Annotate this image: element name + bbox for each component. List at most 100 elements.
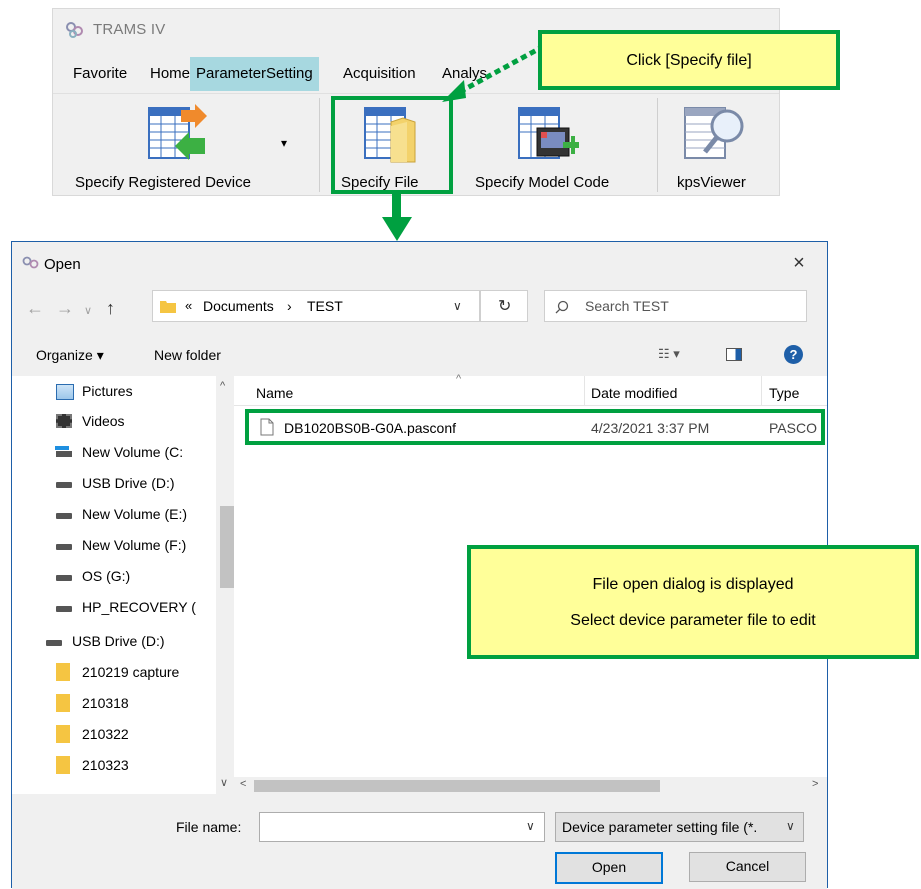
- dialog-footer: File name: ∨ Device parameter setting fi…: [12, 794, 827, 889]
- nav-item[interactable]: 210322: [12, 719, 216, 749]
- nav-item[interactable]: Videos: [12, 406, 216, 436]
- organize-button[interactable]: Organize ▾: [36, 347, 104, 364]
- column-header-row: Name ^ Date modified Type: [234, 373, 827, 406]
- windows-drive-icon: [56, 451, 72, 457]
- nav-item[interactable]: 210318: [12, 688, 216, 718]
- app-logo-icon: [66, 22, 83, 38]
- callout-line-2: Select device parameter file to edit: [570, 612, 816, 629]
- scroll-left-icon[interactable]: <: [240, 778, 246, 790]
- drive-icon: [56, 513, 72, 519]
- back-arrow-icon[interactable]: ←: [26, 298, 44, 319]
- folder-icon: [56, 756, 70, 774]
- recent-chevron-icon[interactable]: ∨: [84, 304, 92, 317]
- nav-item-label: 210219 capture: [82, 664, 180, 680]
- specify-registered-device-button[interactable]: ▾ Specify Registered Device: [59, 94, 311, 194]
- file-type-filter-value: Device parameter setting file (*.: [562, 819, 758, 835]
- nav-item-label: 210318: [82, 695, 129, 711]
- folder-icon: [160, 301, 176, 313]
- up-arrow-icon[interactable]: ↑: [106, 298, 115, 319]
- menu-favorite[interactable]: Favorite: [67, 57, 133, 91]
- file-name-dropdown-icon[interactable]: ∨: [526, 819, 535, 833]
- breadcrumb-test[interactable]: TEST: [307, 298, 343, 314]
- nav-item[interactable]: New Volume (C:: [12, 437, 216, 467]
- nav-item-label: USB Drive (D:): [72, 633, 165, 649]
- breadcrumb-prefix[interactable]: «: [185, 298, 192, 313]
- specify-model-code-label: Specify Model Code: [475, 174, 610, 191]
- ribbon-separator: [657, 98, 658, 192]
- menu-home[interactable]: Home: [144, 57, 196, 91]
- nav-item[interactable]: 210323: [12, 750, 216, 780]
- navigation-list: Pictures Videos New Volume (C: USB Drive (D…: [12, 376, 216, 794]
- address-bar[interactable]: « Documents › TEST ∨: [152, 290, 480, 322]
- nav-item-label: OS (G:): [82, 568, 131, 584]
- nav-item-label: USB Drive (D:): [82, 475, 175, 491]
- navigation-scrollbar[interactable]: ^ ∨: [216, 376, 234, 794]
- click-specify-file-callout: Click [Specify file]: [538, 30, 840, 90]
- refresh-icon: ↻: [498, 298, 512, 315]
- folder-icon: [56, 694, 70, 712]
- dropdown-arrow-icon[interactable]: ▾: [281, 136, 287, 150]
- dialog-toolbar: Organize ▾ New folder ☷ ▾ ?: [12, 338, 827, 374]
- hscrollbar-thumb[interactable]: [254, 780, 660, 792]
- open-button[interactable]: Open: [555, 852, 663, 884]
- nav-item[interactable]: New Volume (E:): [12, 499, 216, 529]
- search-box[interactable]: Search TEST: [544, 290, 807, 322]
- drive-icon: [56, 482, 72, 488]
- nav-item-label: Pictures: [82, 383, 133, 399]
- callout-line-1: File open dialog is displayed: [592, 576, 794, 593]
- help-icon[interactable]: ?: [784, 345, 803, 364]
- file-name-input[interactable]: ∨: [259, 812, 545, 842]
- nav-item-label: New Volume (C:: [82, 444, 184, 460]
- breadcrumb-documents[interactable]: Documents: [203, 298, 274, 314]
- nav-item-label: New Volume (F:): [82, 537, 187, 553]
- scroll-up-icon[interactable]: ^: [220, 380, 225, 392]
- dialog-title: Open: [44, 256, 81, 273]
- app-title: TRAMS IV: [93, 21, 166, 38]
- horizontal-scrollbar[interactable]: < >: [234, 777, 827, 794]
- column-type[interactable]: Type: [769, 385, 799, 401]
- specify-file-highlight: [331, 96, 453, 194]
- scrollbar-thumb[interactable]: [220, 506, 234, 588]
- address-dropdown-icon[interactable]: ∨: [453, 299, 462, 313]
- nav-item-label: 210323: [82, 757, 129, 773]
- nav-item[interactable]: USB Drive (D:): [12, 468, 216, 498]
- folder-icon: [56, 725, 70, 743]
- breadcrumb-separator: ›: [287, 298, 292, 314]
- forward-arrow-icon[interactable]: →: [56, 298, 74, 319]
- nav-item[interactable]: Pictures: [12, 376, 216, 406]
- view-options-icon[interactable]: ☷ ▾: [658, 346, 680, 362]
- menu-parameter-setting[interactable]: ParameterSetting: [190, 57, 319, 91]
- nav-item[interactable]: New Volume (F:): [12, 530, 216, 560]
- drive-icon: [56, 606, 72, 612]
- column-date-modified[interactable]: Date modified: [591, 385, 677, 401]
- column-divider: [761, 376, 762, 406]
- new-folder-button[interactable]: New folder: [154, 347, 221, 363]
- folder-icon: [56, 663, 70, 681]
- preview-pane-icon[interactable]: [726, 348, 742, 361]
- nav-item[interactable]: HP_RECOVERY (: [12, 592, 216, 622]
- down-arrow: [382, 193, 412, 241]
- scroll-right-icon[interactable]: >: [812, 778, 818, 790]
- column-name[interactable]: Name: [256, 385, 293, 401]
- search-icon: [555, 300, 569, 314]
- sort-caret-icon: ^: [456, 373, 462, 385]
- nav-item[interactable]: 210219 capture: [12, 657, 216, 687]
- menu-acquisition[interactable]: Acquisition: [337, 57, 422, 91]
- kps-viewer-button[interactable]: kpsViewer: [663, 94, 773, 194]
- scroll-down-icon[interactable]: ∨: [220, 776, 228, 789]
- dialog-app-icon: [22, 256, 39, 269]
- close-button[interactable]: ×: [782, 248, 816, 278]
- file-name-label: File name:: [176, 819, 242, 835]
- file-type-filter[interactable]: Device parameter setting file (*. ∨: [555, 812, 804, 842]
- pictures-icon: [56, 384, 74, 400]
- column-divider: [584, 376, 585, 406]
- refresh-button[interactable]: ↻: [480, 290, 528, 322]
- kps-viewer-label: kpsViewer: [677, 174, 746, 191]
- kps-viewer-icon: [684, 107, 744, 159]
- nav-item[interactable]: USB Drive (D:): [12, 626, 216, 656]
- videos-icon: [56, 414, 72, 428]
- filter-dropdown-icon[interactable]: ∨: [786, 819, 795, 833]
- nav-item[interactable]: OS (G:): [12, 561, 216, 591]
- cancel-button[interactable]: Cancel: [689, 852, 806, 882]
- specify-registered-device-label: Specify Registered Device: [75, 174, 251, 191]
